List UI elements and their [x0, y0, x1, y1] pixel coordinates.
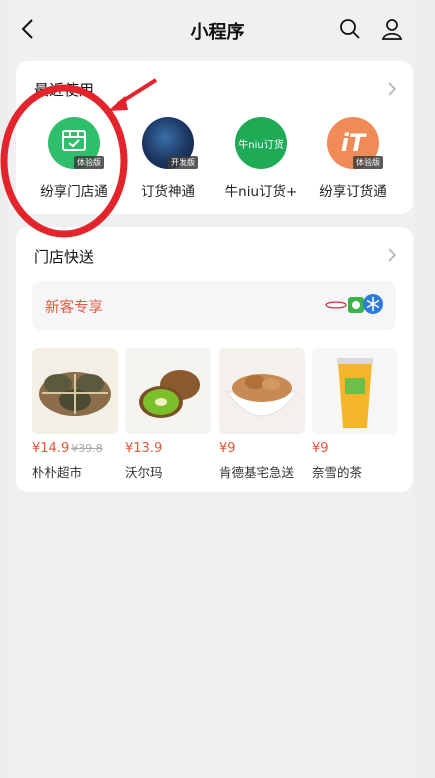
product-store-name: 朴朴超市: [32, 465, 83, 480]
recent-app-2[interactable]: 牛niu订货 牛niu订货+: [216, 117, 306, 200]
product-store-name: 奈雪的茶: [312, 465, 363, 480]
niu-app-icon: 牛niu订货: [235, 117, 287, 169]
product-store-name: 肯德基宅急送: [219, 465, 295, 480]
storefront-icon: [62, 130, 86, 151]
store-section-title: 门店快送: [34, 248, 95, 266]
product-price-line: ¥9: [312, 441, 398, 456]
store-card: 门店快送 新客专享 ¥14.9 ¥39.8 朴朴超市 ¥13.9 沃尔玛 ¥9 …: [16, 227, 413, 492]
recent-app-1[interactable]: 开发版 订货神通: [123, 117, 213, 200]
nav-bar: 小程序: [0, 0, 435, 58]
product-price: ¥9: [312, 441, 329, 456]
crab-image: [32, 348, 118, 434]
product-price: ¥14.9: [32, 441, 70, 456]
recent-app-0[interactable]: 体验版 纷享门店通: [29, 117, 119, 200]
app-label: 订货神通: [141, 184, 195, 200]
dessert-image: [219, 348, 305, 434]
dev-app-icon: 开发版: [142, 117, 198, 169]
recent-app-3[interactable]: iT 体验版 纷享订货通: [308, 117, 398, 200]
page-title: 小程序: [190, 22, 245, 43]
app-icon-text: 牛niu订货: [238, 139, 284, 151]
app-label: 牛niu订货+: [224, 184, 298, 200]
product-price: ¥9: [219, 441, 236, 456]
product-store-name: 沃尔玛: [125, 465, 163, 480]
kiwi-image: [125, 348, 211, 434]
fenxiang-app-icon: iT 体验版: [327, 117, 383, 169]
tea-drink-image: [312, 348, 398, 434]
chevron-right-icon[interactable]: [387, 81, 397, 97]
product-price-line: ¥9: [219, 441, 305, 456]
chevron-right-icon[interactable]: [387, 247, 397, 263]
store-app-icon: 体验版: [48, 117, 104, 169]
product-card[interactable]: ¥14.9 ¥39.8 朴朴超市: [32, 348, 118, 481]
dev-badge: 开发版: [168, 156, 198, 169]
promo-text: 新客专享: [45, 300, 103, 316]
product-card[interactable]: ¥13.9 沃尔玛: [125, 348, 211, 481]
snowflake-logo-icon: [363, 294, 383, 314]
brand-logo-icon: [325, 301, 347, 309]
trial-badge: 体验版: [353, 156, 383, 169]
product-price: ¥13.9: [125, 441, 163, 456]
product-card[interactable]: ¥9 奈雪的茶: [312, 348, 398, 481]
product-card[interactable]: ¥9 肯德基宅急送: [219, 348, 305, 481]
app-label: 纷享门店通: [40, 184, 108, 200]
trial-badge: 体验版: [74, 156, 104, 169]
recent-card: 最近使用 体验版 纷享门店通 开发版 订货神通 牛niu订货 牛niu订货+ i…: [16, 61, 413, 214]
profile-icon[interactable]: [381, 18, 403, 40]
product-price-line: ¥13.9: [125, 441, 211, 456]
app-icon-text: iT: [340, 129, 366, 157]
product-price-line: ¥14.9 ¥39.8: [32, 441, 118, 456]
new-customer-banner[interactable]: 新客专享: [32, 281, 396, 330]
app-label: 纷享订货通: [319, 184, 387, 200]
product-original-price: ¥39.8: [71, 442, 103, 455]
search-icon[interactable]: [339, 18, 361, 40]
recent-section-title: 最近使用: [34, 81, 95, 99]
